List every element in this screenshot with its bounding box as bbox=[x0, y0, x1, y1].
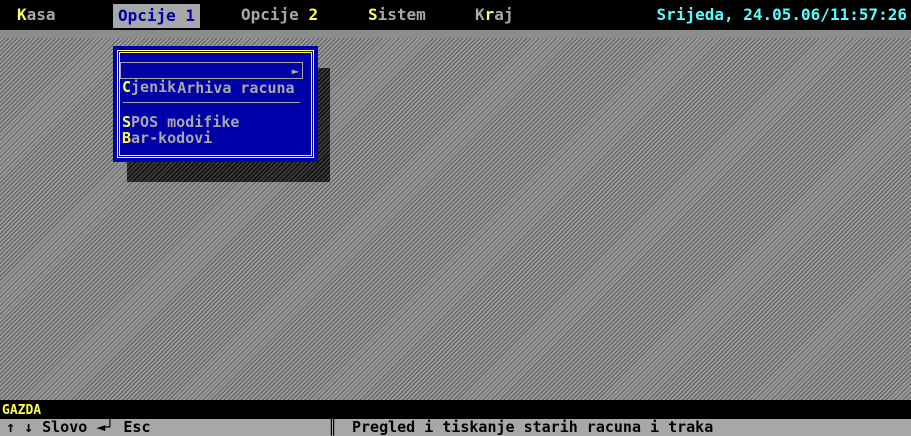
submenu-arrow-icon: ► bbox=[291, 64, 299, 78]
current-user-label: GAZDA bbox=[0, 403, 147, 419]
menu-kasa[interactable]: Kasa bbox=[12, 0, 61, 30]
menu-separator bbox=[123, 102, 300, 103]
top-menu-bar: Kasa Opcije 1 Opcije 2 Sistem Kraj Srije… bbox=[0, 0, 911, 30]
dos-screen: Kasa Opcije 1 Opcije 2 Sistem Kraj Srije… bbox=[0, 0, 911, 436]
menu-bar-underline bbox=[0, 30, 911, 38]
menu-item-bar-kodovi[interactable]: Bar-kodovi bbox=[120, 130, 303, 147]
status-bar: ↑ ↓ Slovo ◄┘ Esc ║ Pregled i tiskanje st… bbox=[0, 419, 911, 436]
menu-item-cjenik[interactable]: Cjenik bbox=[120, 79, 303, 96]
menu-opcije-1[interactable]: Opcije 1 bbox=[113, 4, 201, 28]
opcije-1-dropdown-menu: Arhiva racuna ► Cjenik SPOS modifike Bar… bbox=[113, 46, 318, 162]
date-time-clock: Srijeda, 24.05.06/11:57:26 bbox=[656, 5, 907, 24]
menu-item-arhiva-racuna[interactable]: Arhiva racuna ► bbox=[120, 62, 303, 97]
menu-kraj[interactable]: Kraj bbox=[470, 0, 519, 30]
key-hints: ↑ ↓ Slovo ◄┘ Esc bbox=[6, 418, 151, 436]
status-separator: ║ bbox=[328, 418, 338, 436]
menu-opcije-2[interactable]: Opcije 2 bbox=[236, 0, 323, 30]
menu-sistem[interactable]: Sistem bbox=[363, 0, 431, 30]
status-message: Pregled i tiskanje starih racuna i traka bbox=[352, 418, 714, 436]
